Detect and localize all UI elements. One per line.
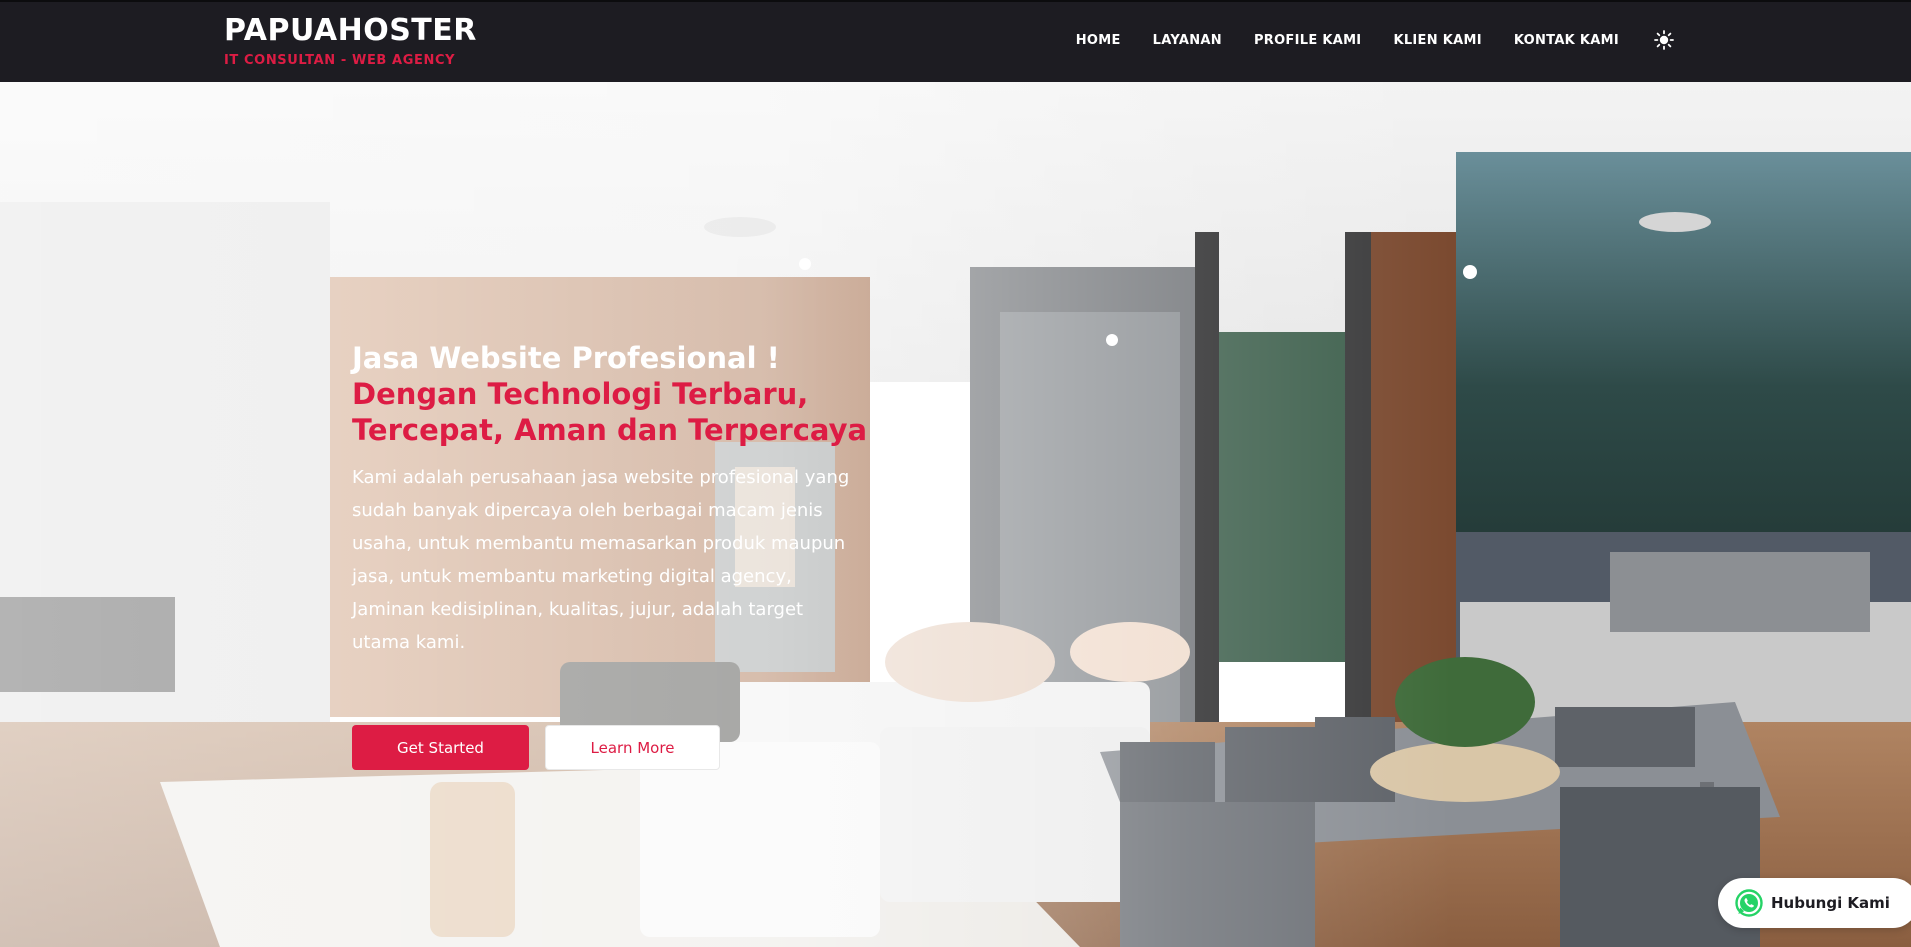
nav-item-kontak-kami[interactable]: KONTAK KAMI bbox=[1514, 33, 1619, 48]
whatsapp-label: Hubungi Kami bbox=[1771, 894, 1890, 912]
hero-buttons: Get Started Learn More bbox=[352, 725, 720, 770]
sun-icon bbox=[1654, 30, 1674, 50]
hero-overlay bbox=[0, 82, 1911, 947]
whatsapp-icon bbox=[1735, 889, 1763, 917]
hero-title-line2: Dengan Technologi Terbaru, Tercepat, Ama… bbox=[352, 377, 868, 447]
hero-title-line1: Jasa Website Profesional ! bbox=[352, 341, 780, 375]
nav-item-layanan[interactable]: LAYANAN bbox=[1153, 33, 1222, 48]
nav-item-home[interactable]: HOME bbox=[1076, 33, 1121, 48]
learn-more-button[interactable]: Learn More bbox=[545, 725, 720, 770]
brand-logo[interactable]: PAPUAHOSTER IT CONSULTAN - WEB AGENCY bbox=[224, 14, 477, 69]
nav-item-profile-kami[interactable]: PROFILE KAMI bbox=[1254, 33, 1362, 48]
hero-content: Jasa Website Profesional ! Dengan Techno… bbox=[352, 340, 912, 659]
hero-section: Jasa Website Profesional ! Dengan Techno… bbox=[0, 82, 1911, 947]
nav-item-klien-kami[interactable]: KLIEN KAMI bbox=[1393, 33, 1481, 48]
main-nav: HOME LAYANAN PROFILE KAMI KLIEN KAMI KON… bbox=[1044, 29, 1675, 51]
brand-tagline: IT CONSULTAN - WEB AGENCY bbox=[224, 53, 456, 68]
whatsapp-contact-button[interactable]: Hubungi Kami bbox=[1718, 878, 1911, 928]
get-started-button[interactable]: Get Started bbox=[352, 725, 529, 770]
navbar: PAPUAHOSTER IT CONSULTAN - WEB AGENCY HO… bbox=[0, 0, 1911, 82]
hero-title: Jasa Website Profesional ! Dengan Techno… bbox=[352, 340, 912, 448]
hero-description: Kami adalah perusahaan jasa website prof… bbox=[352, 467, 850, 653]
brand-name[interactable]: PAPUAHOSTER bbox=[224, 14, 477, 48]
theme-toggle-button[interactable] bbox=[1653, 29, 1675, 51]
